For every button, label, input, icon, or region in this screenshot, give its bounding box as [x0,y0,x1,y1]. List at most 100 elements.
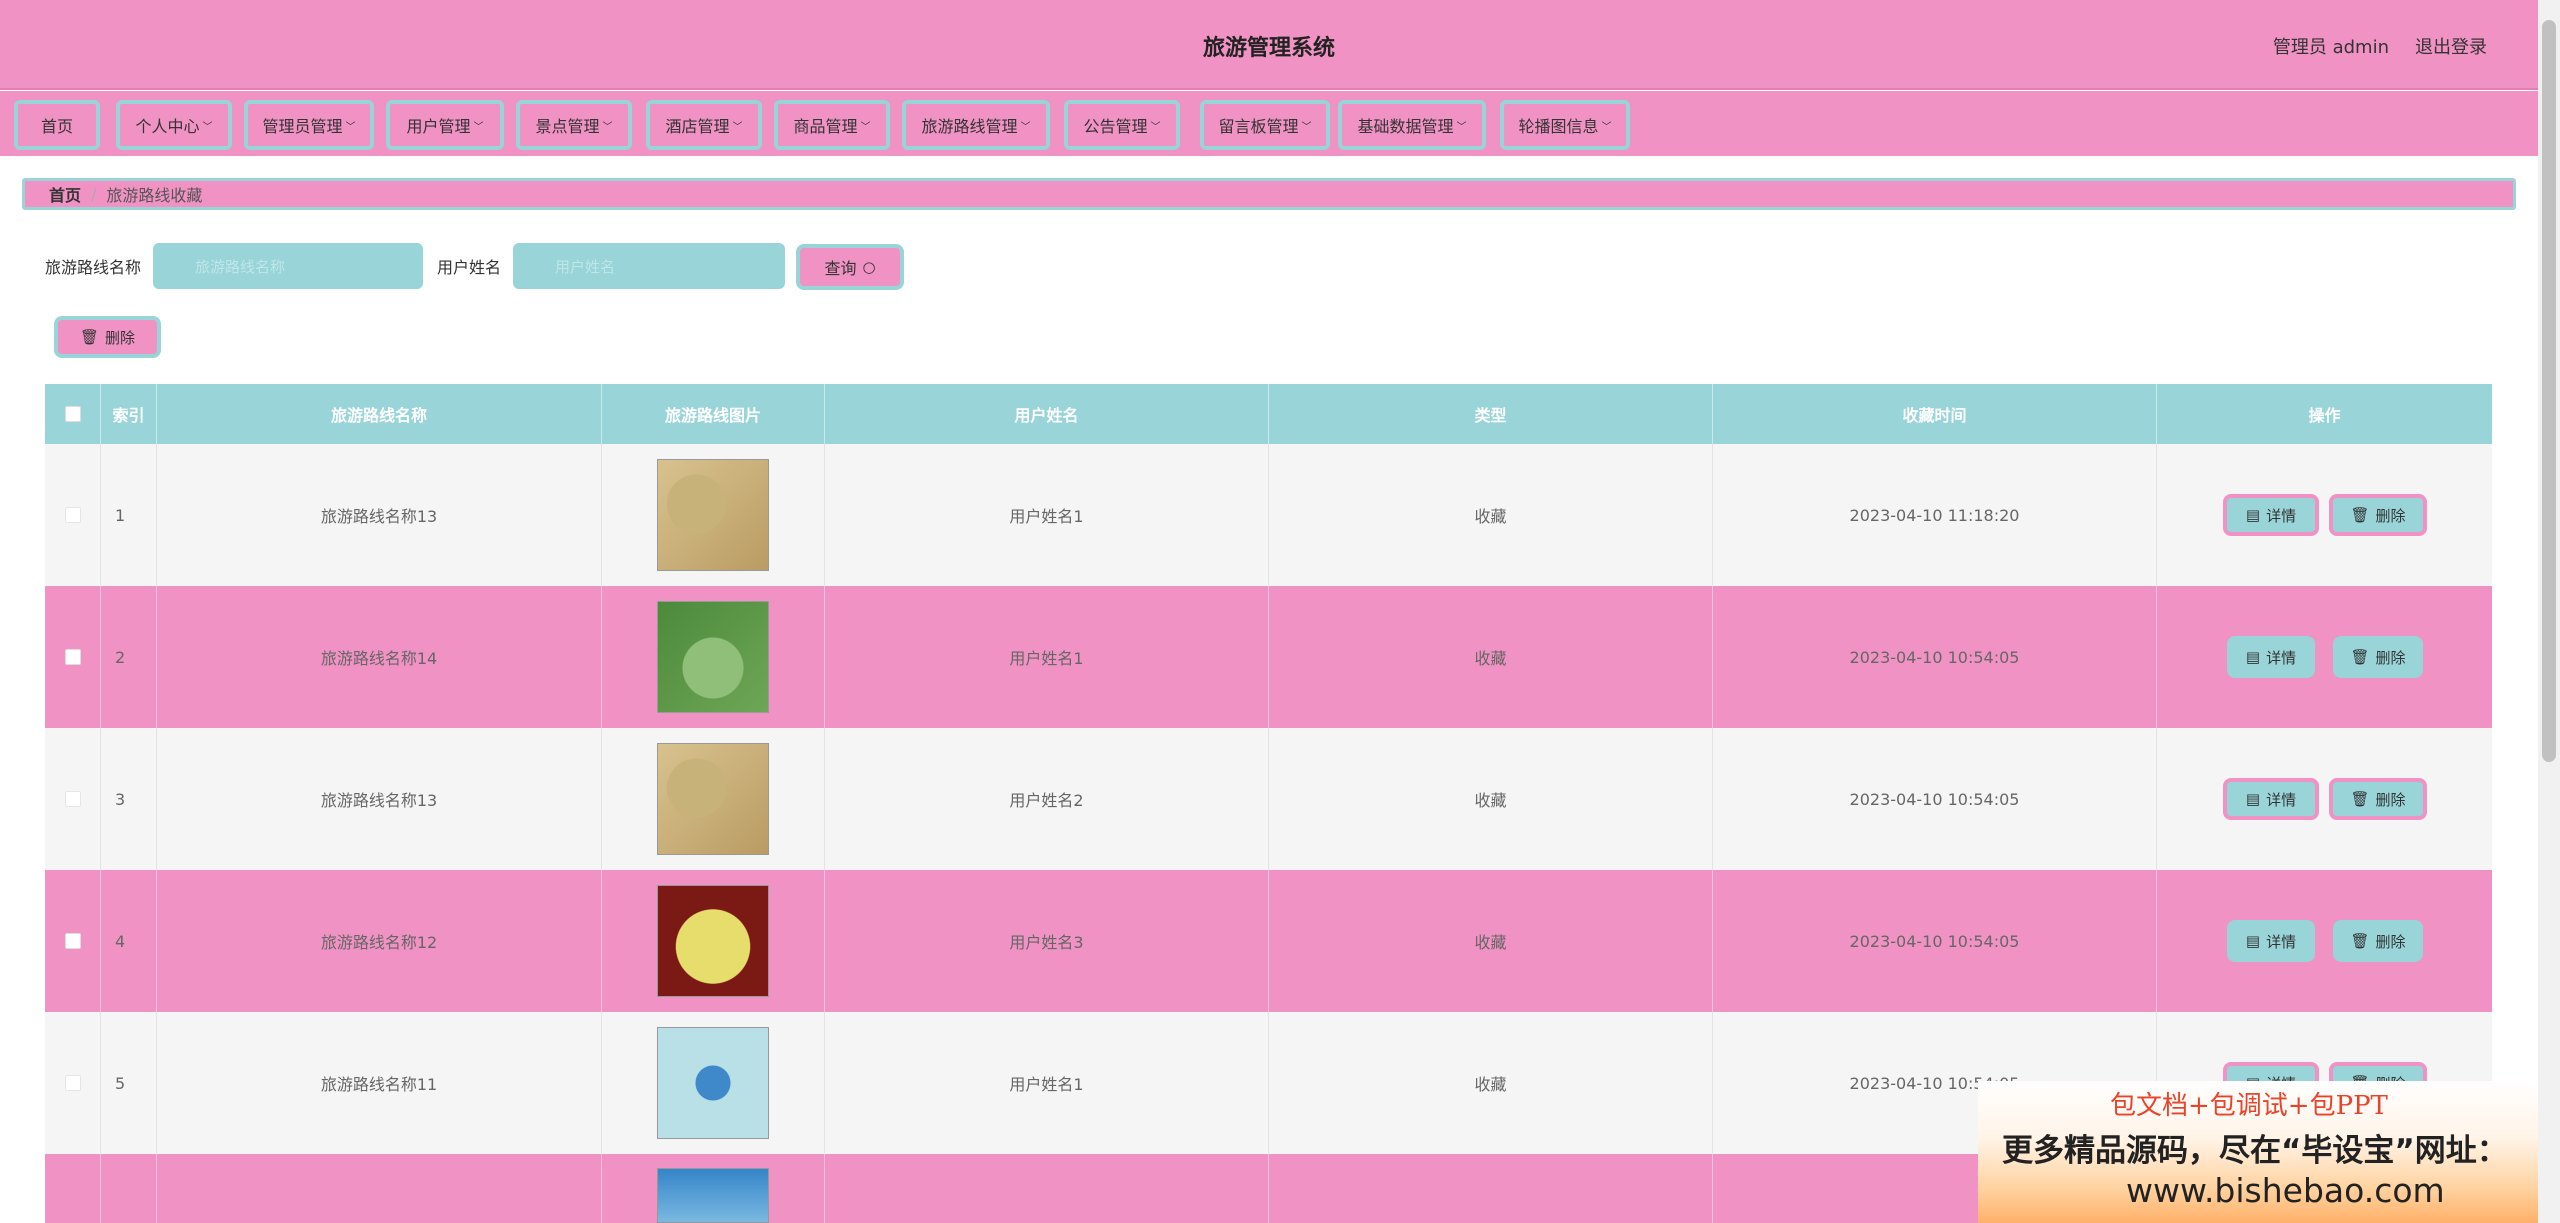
row-checkbox[interactable] [64,791,81,807]
user-name-cell: 用户姓名1 [825,586,1269,728]
nav-routes[interactable]: 旅游路线管理 ﹀ [902,100,1050,150]
row-index: 1 [101,444,157,586]
type-cell: 收藏 [1269,444,1713,586]
detail-button[interactable]: ▤详情 [2227,920,2315,962]
row-checkbox[interactable] [64,507,81,523]
route-name-cell: 旅游路线名称12 [157,870,602,1012]
scrollbar-thumb[interactable] [2542,20,2556,762]
route-map-image [657,1168,769,1223]
time-cell: 2023-04-10 10:54:05 [1713,586,2157,728]
breadcrumb: 首页 / 旅游路线收藏 [22,178,2516,210]
current-user: 管理员 admin [2272,37,2389,58]
header-index: 索引 [101,384,157,444]
chevron-down-icon: ﹀ [1456,121,1467,133]
query-button[interactable]: 查询 ○ [796,244,904,290]
route-map-image [657,1027,769,1139]
delete-button[interactable]: 🗑删除 [2329,494,2427,536]
row-index: 5 [101,1012,157,1154]
promo-url: www.bishebao.com [2126,1171,2445,1210]
chevron-down-icon: ﹀ [1020,121,1031,133]
detail-button[interactable]: ▤详情 [2223,778,2319,820]
route-name-input[interactable]: 旅游路线名称 [153,243,424,289]
chevron-down-icon: ﹀ [1301,121,1312,133]
header-actions: 操作 [2308,406,2341,425]
chevron-down-icon: ﹀ [202,121,213,133]
nav-home[interactable]: 首页 [14,100,100,150]
chevron-down-icon: ﹀ [732,121,743,133]
header-user-name[interactable]: 用户姓名 [825,384,1269,444]
user-name-cell: 用户姓名2 [825,728,1269,870]
detail-button[interactable]: ▤详情 [2227,636,2315,678]
table-row: 1 旅游路线名称13 用户姓名1 收藏 2023-04-10 11:18:20 … [45,444,2492,586]
trash-icon: 🗑 [2350,506,2370,524]
delete-button[interactable]: 🗑删除 [2333,636,2423,678]
document-icon: ▤ [2245,932,2261,950]
row-checkbox[interactable] [64,649,81,665]
header-type[interactable]: 类型 [1269,384,1713,444]
delete-button[interactable]: 🗑删除 [2329,778,2427,820]
route-name-cell: 旅游路线名称13 [157,728,602,870]
breadcrumb-home[interactable]: 首页 [49,182,81,206]
user-name-cell: 用户姓名1 [825,1012,1269,1154]
nav-admin[interactable]: 管理员管理 ﹀ [244,100,374,150]
chevron-down-icon: ﹀ [345,121,356,133]
chevron-down-icon: ﹀ [473,121,484,133]
select-all-checkbox[interactable] [64,406,81,422]
time-cell: 2023-04-10 11:18:20 [1713,444,2157,586]
top-nav: 首页 个人中心 ﹀ 管理员管理 ﹀ 用户管理 ﹀ 景点管理 ﹀ 酒店管理 ﹀ 商品管理 ﹀ … [0,91,2538,156]
nav-scenic[interactable]: 景点管理 ﹀ [516,100,632,150]
vertical-scrollbar[interactable] [2538,0,2560,1223]
table-header: 索引 旅游路线名称 旅游路线图片 用户姓名 类型 收藏时间 操作 [45,384,2492,444]
nav-base-data[interactable]: 基础数据管理 ﹀ [1338,100,1486,150]
header-favorite-time[interactable]: 收藏时间 [1713,384,2157,444]
route-map-image [657,601,769,713]
header-route-name[interactable]: 旅游路线名称 [157,384,602,444]
table-row: 2 旅游路线名称14 用户姓名1 收藏 2023-04-10 10:54:05 … [45,586,2492,728]
promo-line-2: 更多精品源码，尽在“毕设宝”网址： [2002,1133,2508,1169]
nav-message-board[interactable]: 留言板管理 ﹀ [1200,100,1330,150]
nav-users[interactable]: 用户管理 ﹀ [386,100,504,150]
row-checkbox[interactable] [64,933,81,949]
table-row: 3 旅游路线名称13 用户姓名2 收藏 2023-04-10 10:54:05 … [45,728,2492,870]
breadcrumb-separator: / [91,184,97,204]
promo-line-1: 包文档+包调试+包PPT [2110,1091,2388,1121]
app-title: 旅游管理系统 [1202,36,1335,61]
route-map-image [657,459,769,571]
trash-icon: 🗑 [79,328,100,346]
nav-hotel[interactable]: 酒店管理 ﹀ [646,100,762,150]
nav-carousel[interactable]: 轮播图信息 ﹀ [1500,100,1630,150]
search-bar: 旅游路线名称 旅游路线名称 用户姓名 用户姓名 [45,243,786,289]
route-name-cell: 旅游路线名称14 [157,586,602,728]
user-name-cell: 用户姓名1 [825,444,1269,586]
route-name-label: 旅游路线名称 [45,258,142,277]
time-cell: 2023-04-10 10:54:05 [1713,870,2157,1012]
type-cell: 收藏 [1269,728,1713,870]
chevron-down-icon: ﹀ [1150,121,1161,133]
type-cell: 收藏 [1269,1012,1713,1154]
document-icon: ▤ [2245,506,2261,524]
logout-link[interactable]: 退出登录 [2415,33,2487,59]
document-icon: ▤ [2245,790,2261,808]
trash-icon: 🗑 [2350,932,2370,950]
type-cell: 收藏 [1269,870,1713,1012]
detail-button[interactable]: ▤详情 [2223,494,2319,536]
type-cell: 收藏 [1269,586,1713,728]
nav-personal-center[interactable]: 个人中心 ﹀ [116,100,232,150]
batch-delete-button[interactable]: 🗑 删除 [54,316,161,358]
route-name-cell: 旅游路线名称13 [157,444,602,586]
promo-banner: 包文档+包调试+包PPT 更多精品源码，尽在“毕设宝”网址： www.bishe… [1978,1081,2538,1223]
time-cell: 2023-04-10 10:54:05 [1713,728,2157,870]
trash-icon: 🗑 [2350,648,2370,666]
row-index: 2 [101,586,157,728]
nav-notice[interactable]: 公告管理 ﹀ [1064,100,1180,150]
row-checkbox[interactable] [64,1075,81,1091]
trash-icon: 🗑 [2350,790,2370,808]
header-route-image[interactable]: 旅游路线图片 [602,384,825,444]
row-index: 3 [101,728,157,870]
user-name-input[interactable]: 用户姓名 [513,243,786,289]
document-icon: ▤ [2245,648,2261,666]
nav-goods[interactable]: 商品管理 ﹀ [774,100,890,150]
delete-button[interactable]: 🗑删除 [2333,920,2423,962]
search-icon: ○ [862,258,876,276]
app-header: 旅游管理系统 管理员 admin 退出登录 [0,0,2560,90]
